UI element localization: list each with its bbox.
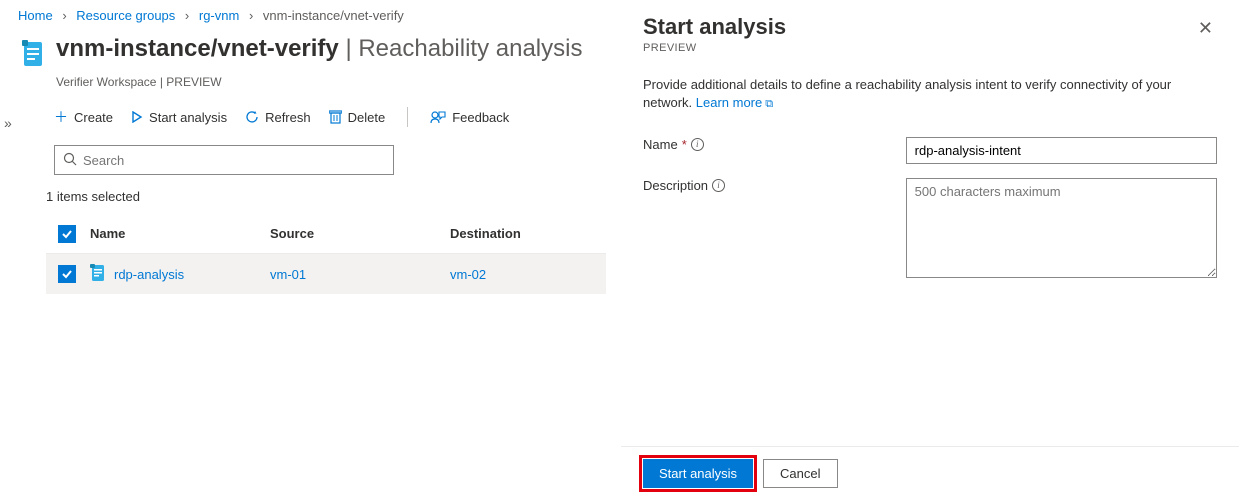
row-dest-link[interactable]: vm-02 bbox=[450, 267, 610, 282]
breadcrumb-rg-name[interactable]: rg-vnm bbox=[199, 8, 239, 23]
table-header-row: Name Source Destination bbox=[46, 214, 606, 254]
search-field[interactable] bbox=[83, 153, 385, 168]
description-label: Description bbox=[643, 178, 708, 193]
search-icon bbox=[63, 152, 77, 169]
learn-more-label: Learn more bbox=[696, 95, 762, 110]
results-table: Name Source Destination rdp-analysis vm-… bbox=[46, 214, 606, 294]
search-input[interactable] bbox=[54, 145, 394, 175]
create-button[interactable]: ＋ Create bbox=[54, 107, 113, 127]
panel-subtitle: PREVIEW bbox=[643, 42, 786, 54]
info-icon[interactable]: i bbox=[712, 179, 725, 192]
info-icon[interactable]: i bbox=[691, 138, 704, 151]
panel-description: Provide additional details to define a r… bbox=[621, 60, 1239, 119]
row-source-link[interactable]: vm-01 bbox=[270, 267, 450, 282]
cancel-button[interactable]: Cancel bbox=[763, 459, 837, 488]
delete-button[interactable]: Delete bbox=[329, 110, 386, 125]
create-label: Create bbox=[74, 110, 113, 125]
required-indicator: * bbox=[682, 137, 687, 152]
trash-icon bbox=[329, 110, 342, 124]
name-field[interactable] bbox=[906, 137, 1217, 164]
close-icon[interactable]: ✕ bbox=[1194, 14, 1217, 43]
page-title-section: Reachability analysis bbox=[358, 35, 582, 62]
toolbar-separator bbox=[407, 107, 408, 127]
breadcrumb-home[interactable]: Home bbox=[18, 8, 53, 23]
refresh-label: Refresh bbox=[265, 110, 311, 125]
workspace-icon bbox=[18, 37, 46, 71]
col-destination[interactable]: Destination bbox=[450, 226, 610, 241]
external-link-icon: ⧉ bbox=[762, 98, 773, 110]
start-analysis-panel: Start analysis PREVIEW ✕ Provide additio… bbox=[621, 0, 1239, 500]
table-row[interactable]: rdp-analysis vm-01 vm-02 bbox=[46, 254, 606, 294]
plus-icon: ＋ bbox=[54, 107, 68, 127]
description-field[interactable] bbox=[906, 178, 1217, 278]
panel-footer: Start analysis Cancel bbox=[621, 446, 1239, 500]
name-label: Name bbox=[643, 137, 678, 152]
start-analysis-submit-button[interactable]: Start analysis bbox=[643, 459, 753, 488]
panel-title: Start analysis bbox=[643, 14, 786, 40]
breadcrumb-current: vnm-instance/vnet-verify bbox=[263, 8, 404, 23]
col-name[interactable]: Name bbox=[90, 226, 270, 241]
feedback-icon bbox=[430, 110, 446, 124]
play-icon bbox=[131, 111, 143, 123]
select-all-checkbox[interactable] bbox=[58, 225, 76, 243]
expand-control[interactable]: » bbox=[4, 115, 12, 131]
page-title-resource: vnm-instance/vnet-verify bbox=[56, 35, 339, 62]
learn-more-link[interactable]: Learn more ⧉ bbox=[696, 95, 773, 110]
breadcrumb-resource-groups[interactable]: Resource groups bbox=[76, 8, 175, 23]
start-analysis-label: Start analysis bbox=[149, 110, 227, 125]
start-analysis-button[interactable]: Start analysis bbox=[131, 110, 227, 125]
page-title: vnm-instance/vnet-verify | Reachability … bbox=[56, 35, 582, 63]
chevron-right-icon: › bbox=[185, 8, 189, 23]
feedback-label: Feedback bbox=[452, 110, 509, 125]
feedback-button[interactable]: Feedback bbox=[430, 110, 509, 125]
refresh-button[interactable]: Refresh bbox=[245, 110, 311, 125]
delete-label: Delete bbox=[348, 110, 386, 125]
chevron-right-icon: › bbox=[62, 8, 66, 23]
analysis-icon bbox=[90, 264, 106, 285]
chevron-right-icon: › bbox=[249, 8, 253, 23]
row-name-link[interactable]: rdp-analysis bbox=[114, 267, 184, 282]
refresh-icon bbox=[245, 110, 259, 124]
row-checkbox[interactable] bbox=[58, 265, 76, 283]
col-source[interactable]: Source bbox=[270, 226, 450, 241]
